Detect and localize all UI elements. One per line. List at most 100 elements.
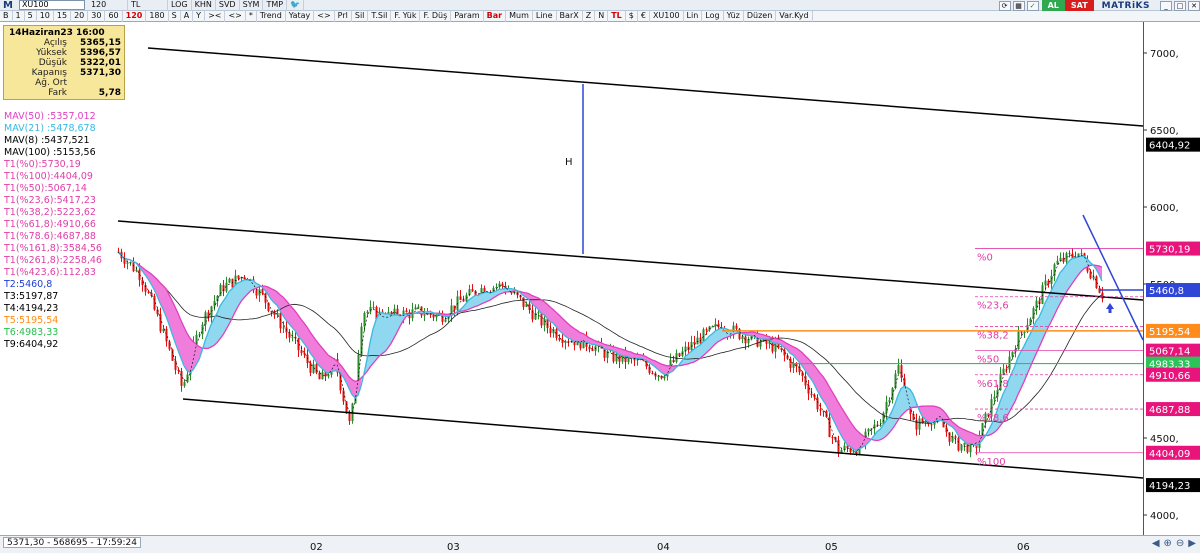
symbol-input[interactable]: XU100 bbox=[18, 0, 85, 10]
scroll-right-icon[interactable]: ▶ bbox=[1188, 538, 1196, 549]
twitter-icon[interactable]: 🐦 bbox=[287, 0, 305, 11]
chart-tool-9[interactable]: 180 bbox=[146, 10, 169, 22]
buy-button[interactable]: AL bbox=[1041, 0, 1065, 11]
legend-item: T2:5460,8 bbox=[4, 279, 53, 290]
chart-tool-18[interactable]: <> bbox=[314, 10, 335, 22]
chart-tool-28[interactable]: BarX bbox=[557, 10, 583, 22]
chart-tool-35[interactable]: Lin bbox=[684, 10, 703, 22]
chart-tool-25[interactable]: Bar bbox=[484, 10, 507, 22]
candle-body bbox=[651, 372, 654, 374]
chart-tool-6[interactable]: 30 bbox=[88, 10, 106, 22]
candle-body bbox=[168, 341, 171, 350]
chart-tool-7[interactable]: 60 bbox=[105, 10, 123, 22]
candle-body bbox=[312, 364, 315, 373]
chart-tool-22[interactable]: F. Yük bbox=[391, 10, 421, 22]
refresh-icon[interactable]: ⟳ bbox=[998, 0, 1011, 11]
ma-ribbon-segment bbox=[931, 405, 934, 423]
chart-tool-2[interactable]: 5 bbox=[25, 10, 37, 22]
chart-tool-23[interactable]: F. Düş bbox=[420, 10, 452, 22]
candle-body bbox=[537, 312, 540, 314]
candle-body bbox=[501, 283, 504, 287]
price-chart[interactable]: 7000,6500,6000,5500,4500,4000,%0%23,6%38… bbox=[0, 22, 1200, 535]
candle-body bbox=[372, 306, 375, 308]
chart-tool-33[interactable]: € bbox=[638, 10, 650, 22]
chart-tool-17[interactable]: Yatay bbox=[286, 10, 315, 22]
candle-body bbox=[207, 312, 210, 318]
candle-body bbox=[435, 314, 438, 318]
chart-tool-30[interactable]: N bbox=[595, 10, 609, 22]
toolbar-button-log[interactable]: LOG bbox=[168, 0, 192, 11]
chart-tool-1[interactable]: 1 bbox=[13, 10, 25, 22]
candle-body bbox=[747, 339, 750, 344]
scroll-left-icon[interactable]: ◀ bbox=[1152, 538, 1160, 549]
candle-body bbox=[807, 385, 810, 394]
period-selector[interactable]: 120 bbox=[88, 0, 128, 11]
chart-tool-39[interactable]: Var.Kyd bbox=[776, 10, 813, 22]
chart-tool-29[interactable]: Z bbox=[583, 10, 596, 22]
chart-tool-37[interactable]: Yüz bbox=[724, 10, 744, 22]
legend-item: MAV(8) :5437,521 bbox=[4, 135, 90, 146]
chart-tool-32[interactable]: $ bbox=[626, 10, 638, 22]
chart-tool-16[interactable]: Trend bbox=[257, 10, 286, 22]
ma-ribbon-segment bbox=[388, 313, 391, 348]
chart-tool-38[interactable]: Düzen bbox=[744, 10, 777, 22]
status-text: 5371,30 - 568695 - 17:59:24 bbox=[3, 537, 141, 548]
info-value: 5371,30 bbox=[80, 68, 121, 78]
chart-tool-21[interactable]: T.Sil bbox=[368, 10, 392, 22]
chart-tool-20[interactable]: Sil bbox=[352, 10, 369, 22]
chart-tool-11[interactable]: A bbox=[181, 10, 194, 22]
chart-tool-0[interactable]: B bbox=[0, 10, 13, 22]
candle-body bbox=[1044, 280, 1047, 286]
row1-button-group: LOG KHN SVD SYM TMP bbox=[168, 0, 288, 11]
chart-tool-4[interactable]: 15 bbox=[54, 10, 72, 22]
chart-tool-26[interactable]: Mum bbox=[506, 10, 533, 22]
legend-item: T3:5197,87 bbox=[4, 291, 59, 302]
currency-selector[interactable]: TL bbox=[128, 0, 168, 11]
maximize-icon[interactable]: □ bbox=[1174, 0, 1186, 11]
candle-body bbox=[606, 350, 609, 358]
sell-button[interactable]: SAT bbox=[1064, 0, 1094, 11]
chart-tool-5[interactable]: 20 bbox=[71, 10, 89, 22]
grid-icon[interactable]: ▦ bbox=[1012, 0, 1025, 11]
chart-tool-31[interactable]: TL bbox=[608, 10, 626, 22]
zoom-out-icon[interactable]: ⊖ bbox=[1176, 538, 1184, 549]
fib-level-label: %38,2 bbox=[977, 331, 1009, 342]
chart-tool-15[interactable]: * bbox=[246, 10, 257, 22]
candle-body bbox=[543, 318, 546, 326]
chart-tool-3[interactable]: 10 bbox=[37, 10, 54, 22]
chart-tool-19[interactable]: Prl bbox=[335, 10, 352, 22]
chart-tool-24[interactable]: Param bbox=[451, 10, 484, 22]
candle-body bbox=[1065, 253, 1068, 262]
candle-body bbox=[588, 346, 591, 350]
chart-tool-12[interactable]: Y bbox=[193, 10, 206, 22]
legend-item: T1(%0):5730,19 bbox=[4, 159, 81, 170]
chart-tool-27[interactable]: Line bbox=[533, 10, 557, 22]
close-icon[interactable]: ✕ bbox=[1188, 0, 1200, 11]
candle-body bbox=[894, 373, 897, 389]
candle-body bbox=[1005, 368, 1008, 370]
check-icon[interactable]: ✓ bbox=[1026, 0, 1039, 11]
candle-body bbox=[831, 437, 834, 439]
chart-tool-36[interactable]: Log bbox=[702, 10, 724, 22]
toolbar-button-sym[interactable]: SYM bbox=[240, 0, 264, 11]
info-row: Fark 5,78 bbox=[7, 88, 121, 98]
candle-body bbox=[852, 451, 855, 453]
chart-tool-14[interactable]: <> bbox=[225, 10, 246, 22]
chart-tool-10[interactable]: S bbox=[169, 10, 181, 22]
ma-ribbon-segment bbox=[379, 312, 382, 357]
candle-body bbox=[228, 278, 231, 283]
zoom-in-icon[interactable]: ⊕ bbox=[1164, 538, 1172, 549]
info-value: 5322,01 bbox=[80, 58, 121, 68]
chart-tool-8[interactable]: 120 bbox=[123, 10, 147, 22]
chart-tool-13[interactable]: >< bbox=[205, 10, 226, 22]
ma-ribbon-segment bbox=[856, 429, 859, 451]
toolbar-button-tmp[interactable]: TMP bbox=[263, 0, 288, 11]
chart-tool-34[interactable]: XU100 bbox=[650, 10, 684, 22]
minimize-icon[interactable]: _ bbox=[1160, 0, 1172, 11]
candle-body bbox=[930, 424, 933, 426]
toolbar-button-khn[interactable]: KHN bbox=[192, 0, 216, 11]
brand-label: MATRiKS bbox=[1101, 0, 1150, 11]
candle-body bbox=[159, 314, 162, 332]
toolbar-button-svd[interactable]: SVD bbox=[216, 0, 240, 11]
candle-body bbox=[1056, 260, 1059, 265]
